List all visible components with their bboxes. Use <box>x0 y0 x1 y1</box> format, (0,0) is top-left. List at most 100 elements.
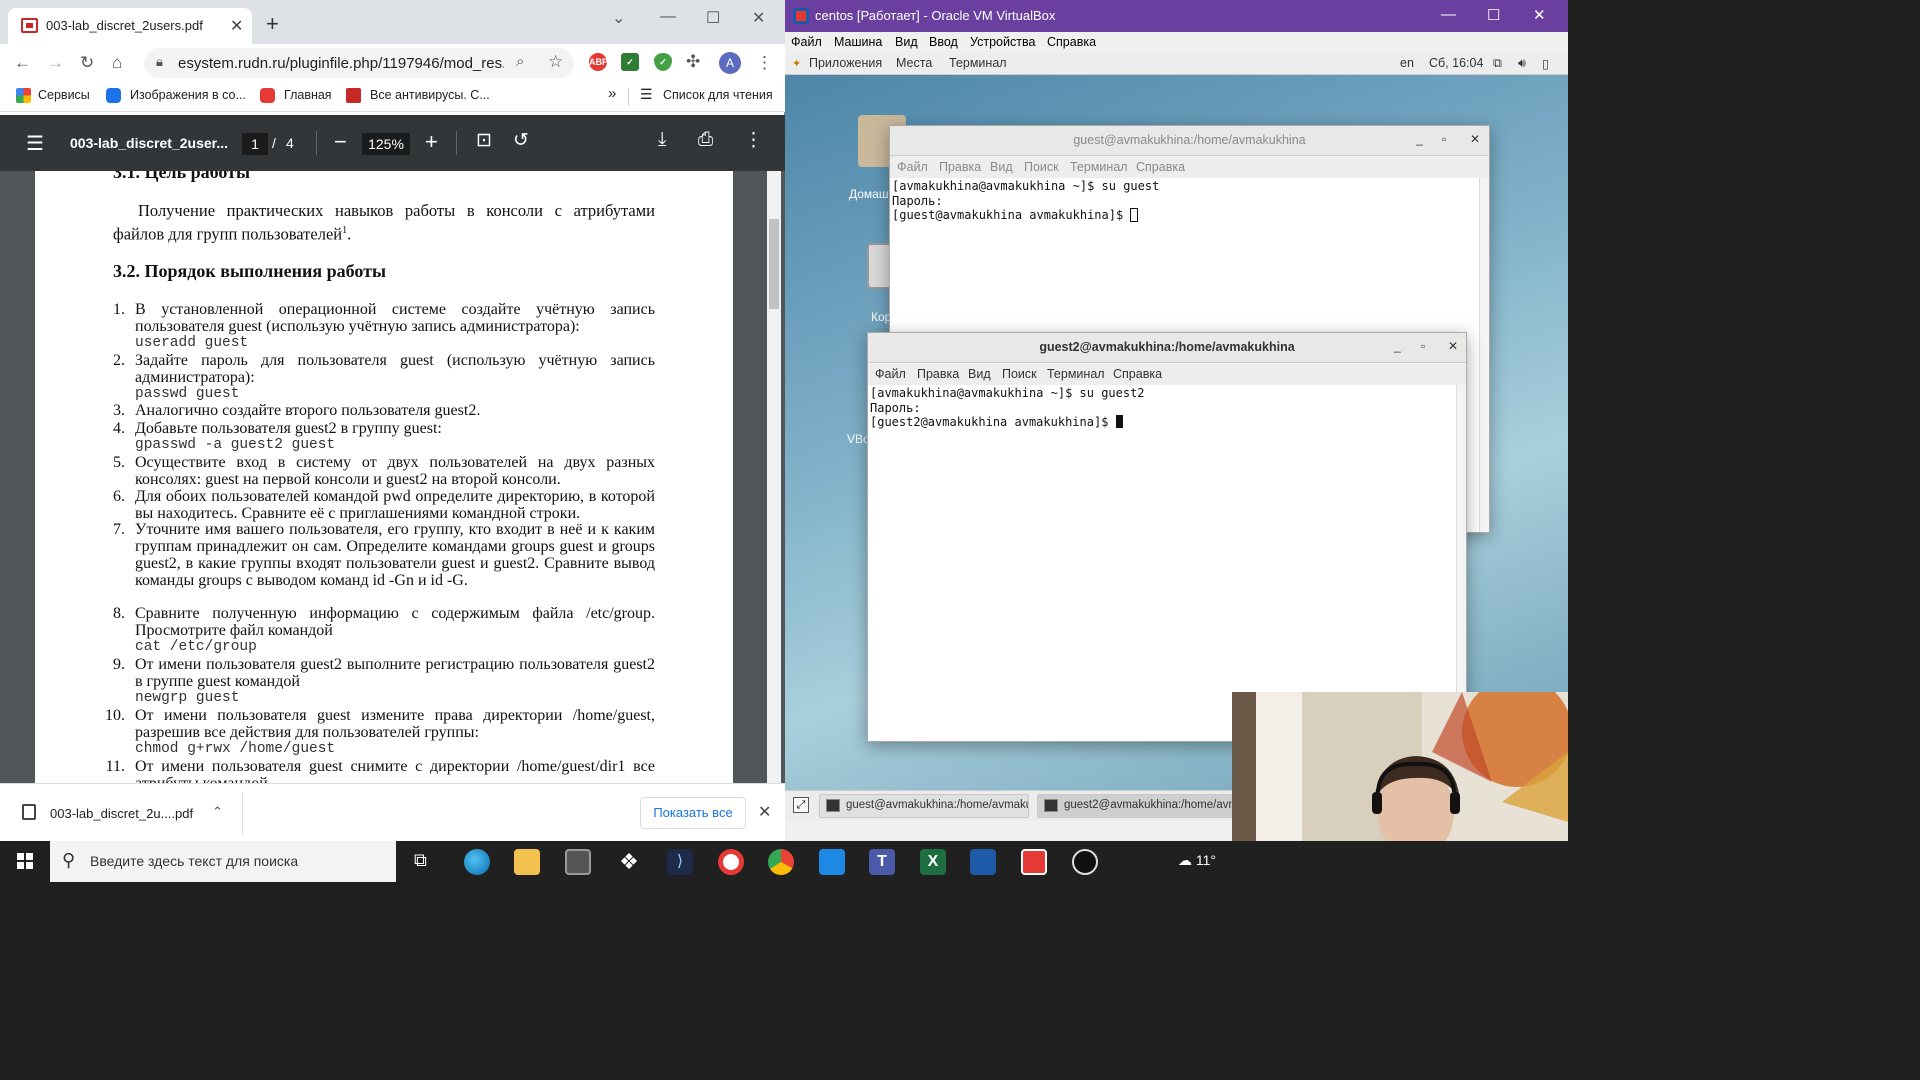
obs-icon[interactable] <box>1072 849 1098 875</box>
network-icon[interactable]: ⧉ <box>1493 56 1502 71</box>
battery-icon[interactable]: ▯ <box>1542 56 1549 71</box>
texmaker-icon[interactable]: T <box>869 849 895 875</box>
menu-search[interactable]: Поиск <box>1024 160 1059 174</box>
browser-tab[interactable]: 003-lab_discret_2users.pdf ✕ <box>8 8 252 44</box>
volume-icon[interactable]: 🔊︎ <box>1518 56 1526 71</box>
terminal-output[interactable]: [avmakukhina@avmakukhina ~]$ su guest2 Па… <box>868 385 1456 741</box>
maximize-icon[interactable]: ▫ <box>1442 132 1446 146</box>
shield-extension-icon[interactable]: ✓ <box>654 53 672 71</box>
menu-view[interactable]: Вид <box>895 35 918 49</box>
window-list-item-guest2[interactable]: guest2@avmakukhina:/home/avmak <box>1037 794 1237 818</box>
show-desktop-icon[interactable]: ⤢ <box>793 797 809 813</box>
pdf-more-icon[interactable]: ⋮ <box>744 129 763 152</box>
maximize-icon[interactable]: ☐ <box>706 8 720 28</box>
terminal-titlebar[interactable]: guest2@avmakukhina:/home/avmakukhina _ ▫… <box>868 333 1466 363</box>
more-bookmarks-button[interactable]: » <box>608 85 616 102</box>
minimize-icon[interactable]: _ <box>1416 132 1423 146</box>
zoom-in-icon[interactable]: + <box>425 129 438 155</box>
weather-widget[interactable]: ☁ 11° <box>1178 852 1216 869</box>
terminal-window-guest2[interactable]: guest2@avmakukhina:/home/avmakukhina _ ▫… <box>867 332 1467 742</box>
close-window-icon[interactable]: ✕ <box>1533 6 1546 24</box>
minimize-icon[interactable]: — <box>660 8 676 26</box>
terminal-scrollbar[interactable] <box>1479 178 1489 532</box>
minimize-icon[interactable]: — <box>1441 6 1456 23</box>
close-icon[interactable]: ✕ <box>1470 132 1480 146</box>
pdf-menu-icon[interactable]: ☰ <box>26 131 44 156</box>
bookmark-antivirus[interactable]: Все антивирусы. С... <box>370 88 490 102</box>
maximize-icon[interactable]: ▫ <box>1421 339 1425 353</box>
show-all-button[interactable]: Показать все <box>640 797 746 829</box>
forward-icon[interactable]: → <box>47 53 64 73</box>
centos-vm-taskbar-icon[interactable] <box>1021 849 1047 875</box>
address-bar[interactable]: 🔒︎ esystem.rudn.ru/pluginfile.php/119794… <box>144 48 574 78</box>
close-window-icon[interactable]: ✕ <box>752 8 765 28</box>
kebab-menu-icon[interactable]: ⋮ <box>756 53 773 73</box>
home-icon[interactable]: ⌂ <box>112 53 122 73</box>
new-tab-icon[interactable]: + <box>266 13 279 35</box>
close-downloads-icon[interactable]: ✕ <box>758 802 771 822</box>
download-item[interactable]: 003-lab_discret_2u....pdf <box>50 806 193 821</box>
bookmark-star-icon[interactable]: ☆ <box>548 52 563 72</box>
profile-avatar[interactable]: A <box>719 52 741 74</box>
check-extension-icon[interactable]: ✓ <box>621 53 639 71</box>
menu-help[interactable]: Справка <box>1047 35 1096 49</box>
menu-terminal[interactable]: Терминал <box>1047 367 1105 381</box>
menu-file[interactable]: Файл <box>897 160 928 174</box>
chevron-up-icon[interactable]: ⌃ <box>212 804 223 820</box>
clock[interactable]: Сб, 16:04 <box>1429 56 1483 70</box>
task-view-icon[interactable]: ⧉ <box>414 850 427 871</box>
windows-start-icon[interactable] <box>17 853 33 869</box>
file-explorer-icon[interactable] <box>514 849 540 875</box>
print-icon[interactable]: ⎙ <box>698 129 713 151</box>
menu-file[interactable]: Файл <box>791 35 822 49</box>
download-icon[interactable]: ⤓ <box>658 129 666 151</box>
menu-view[interactable]: Вид <box>990 160 1013 174</box>
gnome-places-menu[interactable]: Места <box>896 56 932 70</box>
menu-edit[interactable]: Правка <box>939 160 981 174</box>
minimize-icon[interactable]: _ <box>1394 339 1401 353</box>
reload-icon[interactable]: ↻ <box>80 53 94 73</box>
menu-devices[interactable]: Устройства <box>970 35 1035 49</box>
terminal-scrollbar[interactable] <box>1456 385 1466 741</box>
scrollbar-thumb[interactable] <box>769 219 779 309</box>
zoom-icon[interactable]: ⌕ <box>516 53 524 70</box>
reading-list-button[interactable]: Список для чтения <box>663 88 773 102</box>
pdf-scrollbar[interactable] <box>767 171 781 783</box>
menu-edit[interactable]: Правка <box>917 367 959 381</box>
lock-icon[interactable]: 🔒︎ <box>156 54 163 70</box>
adblock-extension-icon[interactable]: ABP <box>589 53 608 71</box>
mail-icon[interactable] <box>819 849 845 875</box>
opera-icon[interactable] <box>718 849 744 875</box>
menu-input[interactable]: Ввод <box>929 35 958 49</box>
zoom-level-input[interactable]: 125% <box>362 133 410 155</box>
chrome-icon[interactable] <box>768 849 794 875</box>
menu-machine[interactable]: Машина <box>834 35 882 49</box>
virtualbox-taskbar-icon[interactable] <box>970 849 996 875</box>
close-tab-icon[interactable]: ✕ <box>230 16 243 36</box>
menu-help[interactable]: Справка <box>1113 367 1162 381</box>
excel-icon[interactable]: X <box>920 849 946 875</box>
menu-search[interactable]: Поиск <box>1002 367 1037 381</box>
bookmark-home[interactable]: Главная <box>284 88 332 102</box>
window-list-item-guest[interactable]: guest@avmakukhina:/home/avmaku... <box>819 794 1029 818</box>
menu-terminal[interactable]: Терминал <box>1070 160 1128 174</box>
puzzle-extensions-icon[interactable]: ✣ <box>686 52 700 72</box>
bookmark-images[interactable]: Изображения в со... <box>130 88 246 102</box>
keyboard-layout[interactable]: en <box>1400 56 1414 70</box>
powershell-icon[interactable]: ⟩ <box>667 849 693 875</box>
taskbar-search-box[interactable]: ⚲ Введите здесь текст для поиска <box>50 841 396 882</box>
gnome-terminal-menu[interactable]: Терминал <box>949 56 1007 70</box>
menu-help[interactable]: Справка <box>1136 160 1185 174</box>
dropbox-icon[interactable]: ❖ <box>616 849 642 875</box>
rotate-icon[interactable]: ↺ <box>513 129 529 152</box>
close-icon[interactable]: ✕ <box>1448 339 1458 353</box>
gnome-desktop[interactable]: Домашн Кор VBo guest@avmakukhina:/home/a… <box>785 75 1568 790</box>
terminal-titlebar[interactable]: guest@avmakukhina:/home/avmakukhina _ ▫ … <box>890 126 1489 156</box>
fit-page-icon[interactable]: ⊡ <box>476 129 492 152</box>
store-icon[interactable] <box>565 849 591 875</box>
back-icon[interactable]: ← <box>14 53 31 73</box>
edge-icon[interactable] <box>464 849 490 875</box>
menu-view[interactable]: Вид <box>968 367 991 381</box>
page-number-input[interactable]: 1 <box>242 133 268 155</box>
zoom-out-icon[interactable]: − <box>334 129 347 155</box>
